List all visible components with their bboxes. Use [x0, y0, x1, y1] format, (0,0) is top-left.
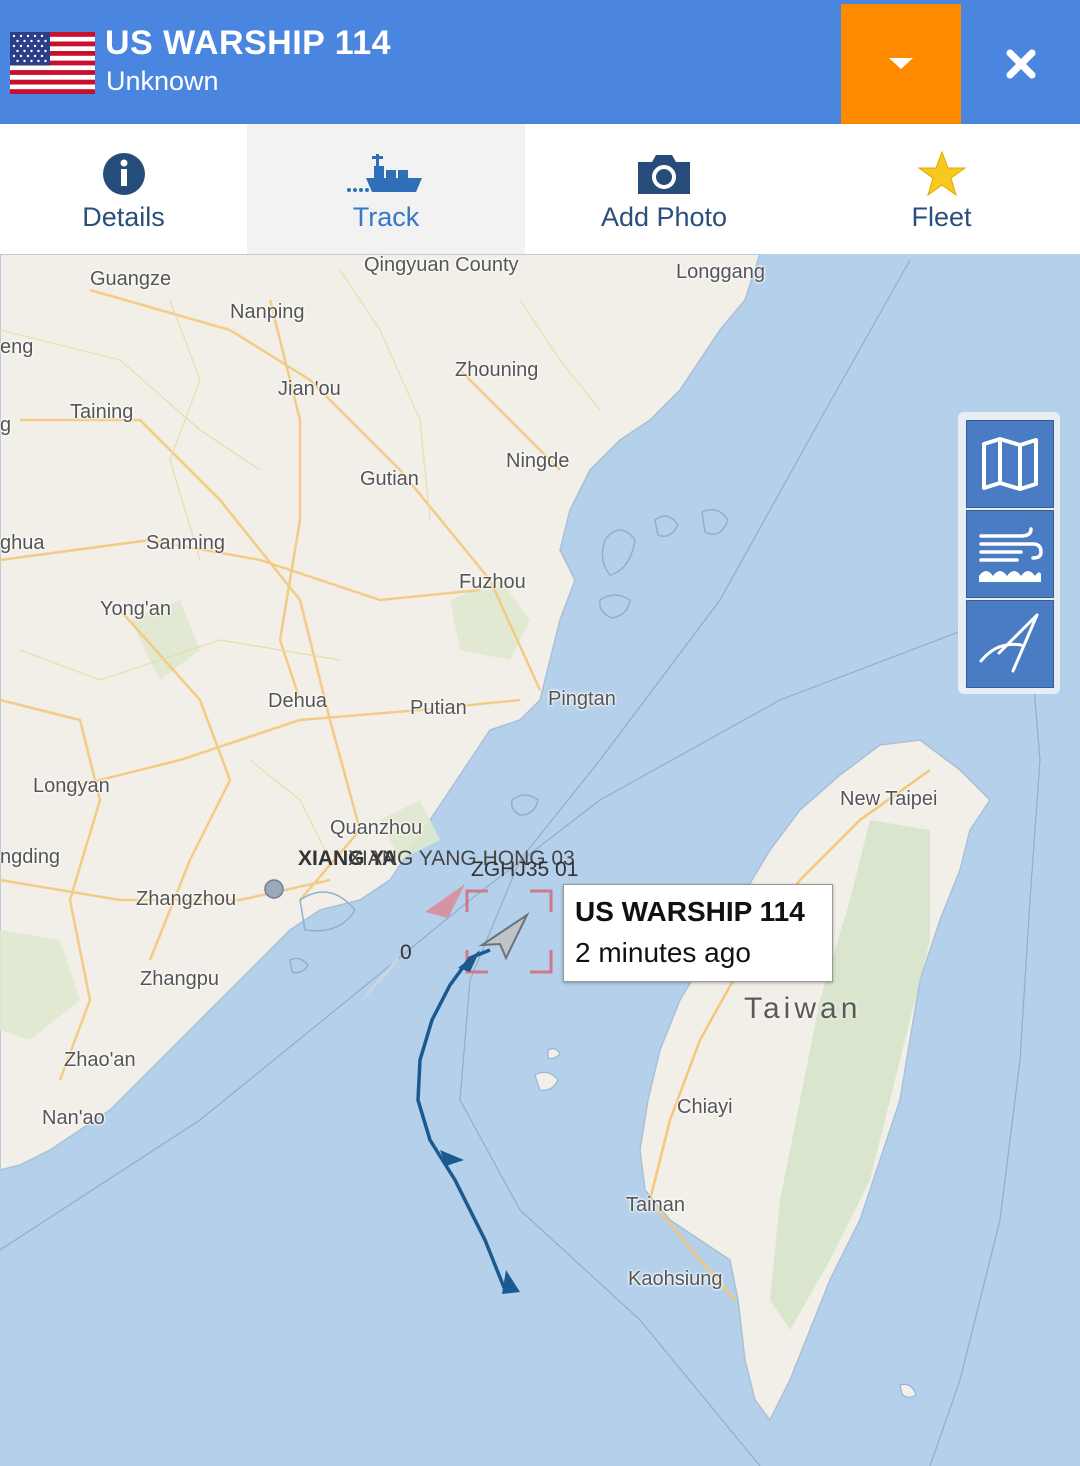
tab-label: Add Photo — [600, 202, 728, 232]
vessel-label[interactable]: ZGHJ35 01 — [471, 858, 578, 882]
chevron-down-icon — [889, 58, 913, 69]
map-icon — [982, 437, 1038, 491]
city-label: Gutian — [360, 468, 419, 490]
city-label: Longgang — [676, 261, 765, 283]
tab-label: Fleet — [911, 202, 972, 232]
city-label: Zhao'an — [64, 1049, 136, 1071]
city-label: Tainan — [626, 1194, 685, 1216]
vessel-label[interactable]: 0 — [400, 941, 412, 965]
wind-waves-icon — [979, 527, 1043, 582]
city-label: Nan'ao — [42, 1107, 105, 1129]
ship-icon — [347, 154, 422, 192]
close-icon — [1006, 49, 1035, 79]
vessel-type: Unknown — [106, 66, 219, 96]
tab-fleet[interactable]: Fleet — [803, 124, 1080, 254]
city-label: Zhangzhou — [136, 888, 237, 910]
close-button[interactable] — [961, 4, 1080, 124]
map-view[interactable]: Guangze Qingyuan County Longgang Nanping… — [0, 254, 1080, 1466]
city-label: Chiayi — [677, 1096, 733, 1118]
city-label: Nanping — [230, 301, 305, 323]
city-label: Jian'ou — [278, 378, 341, 400]
popup-last-seen: 2 minutes ago — [575, 937, 751, 968]
city-label: Ningde — [506, 450, 570, 472]
tab-track[interactable]: Track — [247, 124, 525, 254]
city-label: ghua — [0, 532, 45, 554]
tab-label: Details — [82, 202, 165, 232]
city-label: Qingyuan County — [364, 254, 519, 276]
city-label: Zhouning — [455, 359, 539, 381]
city-label: Longyan — [33, 775, 110, 797]
compass-icon — [979, 613, 1039, 673]
city-label: Dehua — [268, 690, 327, 712]
city-label: Quanzhou — [330, 817, 423, 839]
vessel-header: US WARSHIP 114 Unknown — [0, 0, 1080, 124]
region-label: Taiwan — [744, 992, 862, 1025]
city-label: Fuzhou — [459, 571, 526, 593]
city-label: g — [0, 414, 12, 436]
city-label: Kaohsiung — [628, 1268, 723, 1290]
city-label: Taining — [70, 401, 134, 423]
city-label: Guangze — [90, 268, 172, 290]
tab-details[interactable]: Details — [0, 124, 247, 254]
weather-button[interactable] — [966, 510, 1054, 598]
star-icon — [916, 150, 967, 197]
map-controls — [958, 412, 1060, 694]
popup-vessel-name: US WARSHIP 114 — [575, 896, 805, 927]
city-label: Zhangpu — [140, 968, 219, 990]
city-label: Putian — [410, 697, 467, 719]
tab-add-photo[interactable]: Add Photo — [525, 124, 803, 254]
city-label: Pingtan — [548, 688, 616, 710]
map-layers-button[interactable] — [966, 420, 1054, 508]
vessel-name: US WARSHIP 114 — [105, 24, 392, 62]
city-label: Sanming — [146, 532, 225, 554]
us-flag-icon — [10, 32, 95, 94]
dropdown-button[interactable] — [841, 4, 961, 124]
vessel-popup[interactable]: US WARSHIP 114 2 minutes ago — [563, 884, 833, 982]
city-label: ngding — [0, 846, 61, 868]
camera-icon — [638, 155, 690, 194]
city-label: Yong'an — [100, 598, 171, 620]
city-label: New Taipei — [840, 788, 938, 810]
port-marker[interactable] — [264, 879, 284, 899]
city-label: eng — [0, 336, 34, 358]
measure-button[interactable] — [966, 600, 1054, 688]
tab-label: Track — [352, 202, 420, 232]
info-icon — [102, 153, 145, 195]
tab-bar: Details Track Add Photo Fleet — [0, 124, 1080, 254]
